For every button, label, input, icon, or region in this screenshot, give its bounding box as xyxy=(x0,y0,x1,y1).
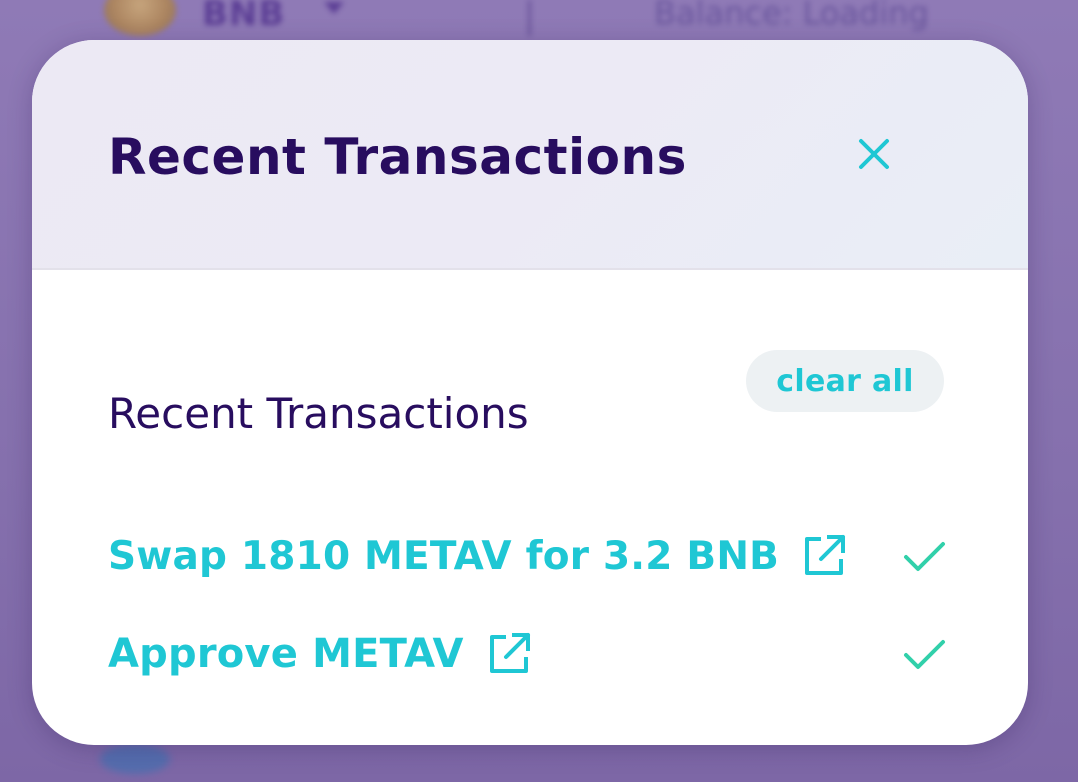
transaction-row: Approve METAV xyxy=(108,624,948,684)
close-button[interactable] xyxy=(850,130,898,178)
checkmark-icon xyxy=(900,630,948,678)
checkmark-icon xyxy=(900,532,948,580)
modal-header: Recent Transactions xyxy=(32,40,1028,270)
token-selector-label: BNB xyxy=(202,0,286,34)
recent-transactions-modal: Recent Transactions Recent Transactions … xyxy=(32,40,1028,745)
transaction-label: Approve METAV xyxy=(108,631,464,677)
transaction-label: Swap 1810 METAV for 3.2 BNB xyxy=(108,533,780,579)
external-link-icon xyxy=(799,531,849,581)
modal-title: Recent Transactions xyxy=(108,128,687,186)
background-app-header: BNB Balance: Loading xyxy=(0,0,1078,40)
modal-body: Recent Transactions clear all Swap 1810 … xyxy=(32,270,1028,745)
background-element xyxy=(100,744,170,774)
transaction-row: Swap 1810 METAV for 3.2 BNB xyxy=(108,526,948,586)
transaction-link[interactable]: Approve METAV xyxy=(108,624,534,684)
chevron-down-icon xyxy=(324,2,344,14)
clear-all-button[interactable]: clear all xyxy=(746,350,944,412)
external-link-icon xyxy=(484,629,534,679)
close-icon xyxy=(850,130,898,178)
section-title: Recent Transactions xyxy=(108,389,529,438)
balance-text: Balance: Loading xyxy=(654,0,929,32)
token-logo-icon xyxy=(104,0,176,36)
transaction-link[interactable]: Swap 1810 METAV for 3.2 BNB xyxy=(108,526,849,586)
header-divider xyxy=(528,0,531,36)
